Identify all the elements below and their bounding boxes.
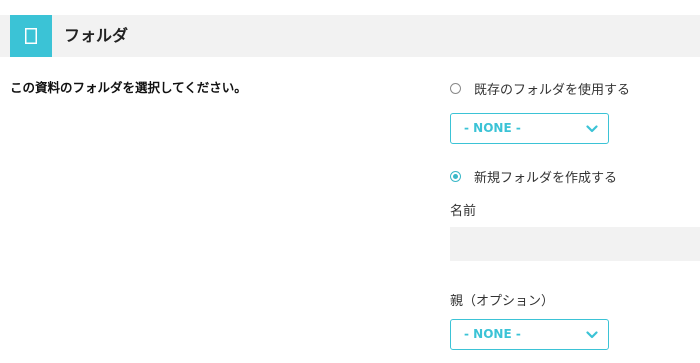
folder-name-input[interactable] — [450, 227, 700, 261]
folder-name-label: 名前 — [450, 204, 477, 219]
parent-folder-select[interactable]: - NONE - — [450, 319, 609, 350]
existing-folder-radio[interactable] — [450, 82, 461, 94]
new-folder-option[interactable]: 新規フォルダを作成する — [450, 167, 618, 186]
folder-icon-box — [10, 15, 52, 57]
parent-folder-select-value: - NONE - — [464, 327, 521, 341]
section-title: フォルダ — [64, 26, 129, 45]
existing-folder-select[interactable]: - NONE - — [450, 113, 609, 144]
parent-folder-label: 親（オプション） — [450, 294, 555, 309]
chevron-down-icon — [586, 331, 598, 339]
existing-folder-option[interactable]: 既存のフォルダを使用する — [450, 79, 631, 98]
new-folder-radio[interactable] — [450, 170, 461, 182]
instruction-text: この資料のフォルダを選択してください。 — [10, 80, 247, 95]
new-folder-label: 新規フォルダを作成する — [474, 170, 618, 186]
chevron-down-icon — [586, 125, 598, 133]
existing-folder-select-value: - NONE - — [464, 121, 521, 135]
existing-folder-label: 既存のフォルダを使用する — [474, 82, 631, 98]
section-header: フォルダ — [0, 15, 700, 57]
folder-icon — [25, 28, 37, 44]
